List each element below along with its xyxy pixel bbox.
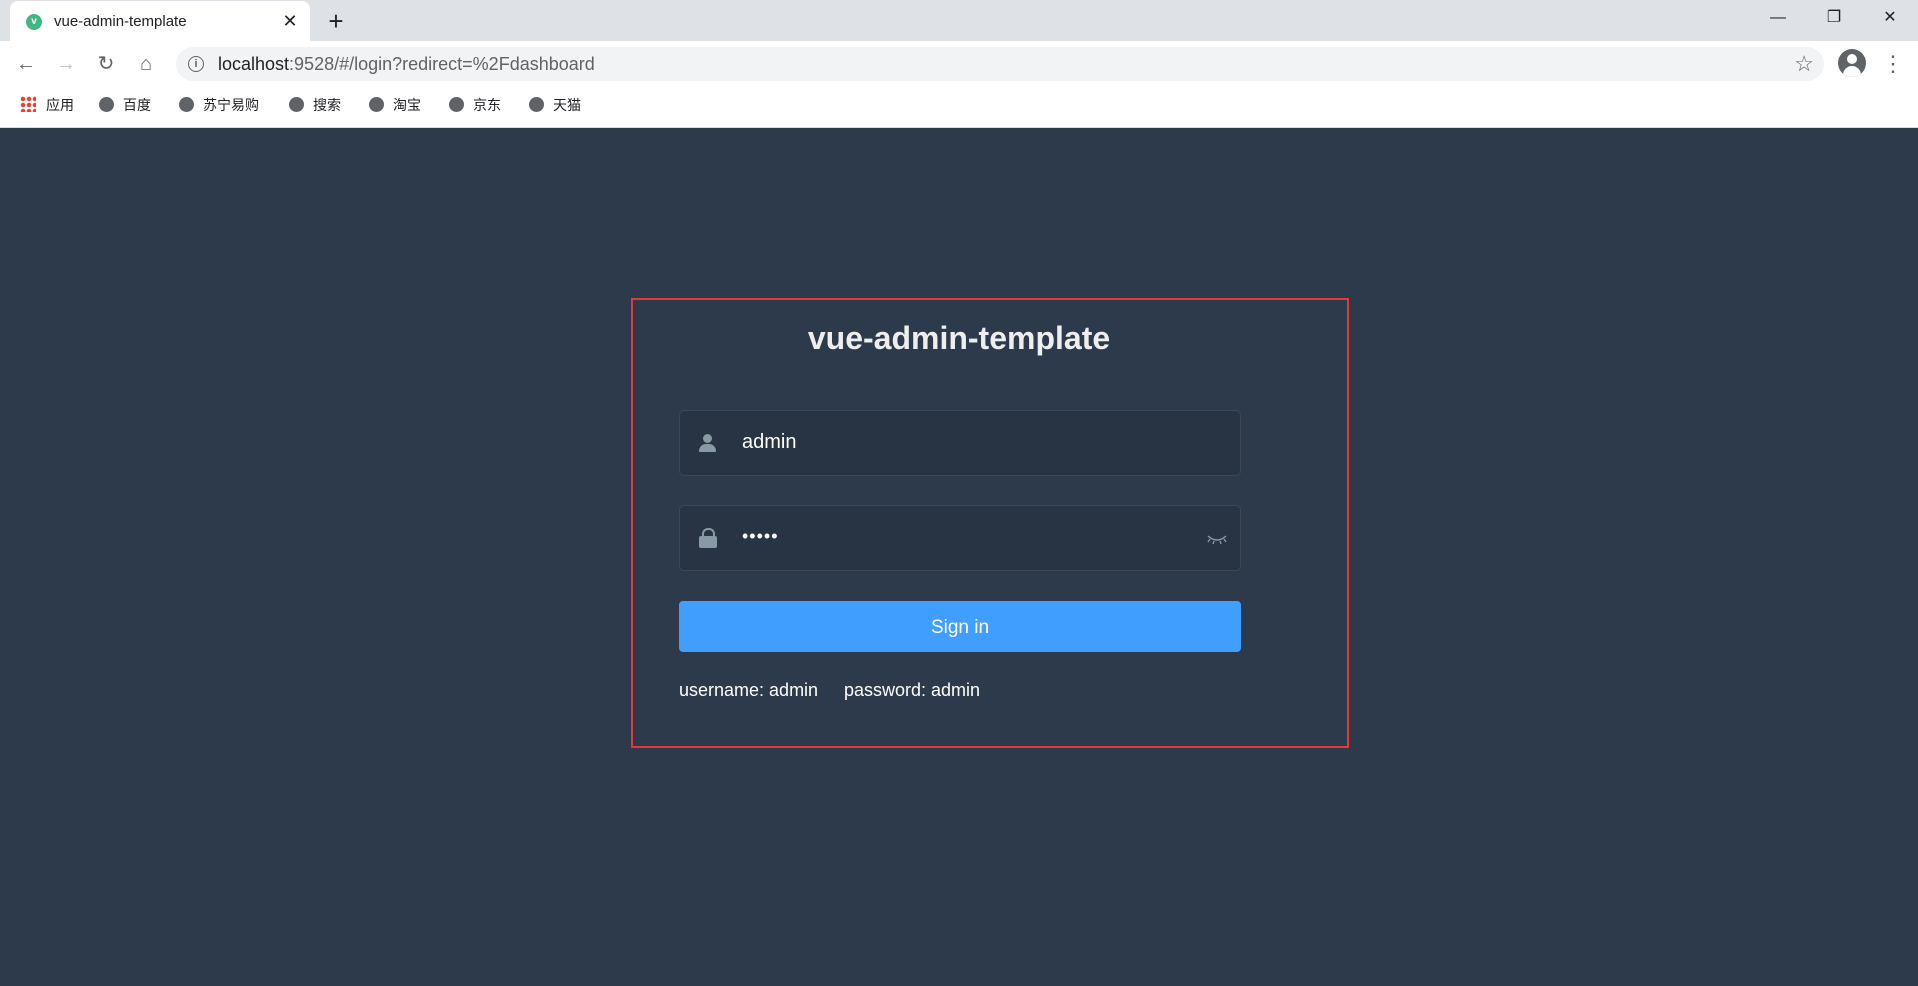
password-field[interactable]: ••••• [679,505,1241,571]
minimize-icon[interactable]: — [1750,0,1806,36]
user-icon [698,433,718,453]
window-close-icon[interactable]: ✕ [1862,0,1918,36]
bookmark-label: 天猫 [553,97,581,113]
profile-avatar-icon[interactable] [1838,49,1866,77]
globe-icon [449,96,464,112]
bookmark-star-icon[interactable]: ☆ [1794,51,1814,77]
user-icon-head [703,434,712,443]
back-arrow-icon[interactable]: ← [12,50,40,78]
bookmark-label: 淘宝 [393,97,421,113]
home-icon[interactable]: ⌂ [132,50,160,78]
restore-icon[interactable]: ❐ [1806,0,1862,36]
url-host: localhost [218,54,290,74]
browser-tab-bar: v vue-admin-template ✕ + — ❐ ✕ [0,0,1918,41]
url-text[interactable]: localhost:9528/#/login?redirect=%2Fdashb… [218,54,595,75]
bookmarks-bar: 应用 百度 苏宁易购 搜索 淘宝 京东 天猫 [0,87,1918,128]
info-icon[interactable]: i [188,56,204,72]
bookmark-label: 苏宁易购 [203,97,259,113]
page-title: vue-admin-template [807,320,1111,356]
browser-toolbar: ← → ↻ ⌂ i localhost:9528/#/login?redirec… [0,41,1918,87]
apps-grid-icon [20,96,36,113]
url-path: :9528/#/login?redirect=%2Fdashboard [289,54,595,74]
globe-icon [179,96,194,112]
reload-icon[interactable]: ↻ [92,50,120,78]
eye-closed-icon[interactable] [1206,528,1228,548]
bookmark-baidu[interactable]: 百度 [99,87,151,123]
bookmark-search[interactable]: 搜索 [289,87,341,123]
bookmark-label: 应用 [46,97,74,113]
bookmark-label: 搜索 [313,97,341,113]
avatar-body [1843,66,1861,77]
bookmark-tmall[interactable]: 天猫 [529,87,581,123]
bookmark-label: 京东 [473,97,501,113]
new-tab-plus-icon[interactable]: + [322,8,350,36]
password-hint: password: admin [844,680,981,700]
username-hint: username: admin [679,680,819,700]
username-field[interactable]: admin [679,410,1241,476]
lock-body [699,536,717,548]
username-value[interactable]: admin [742,431,796,454]
tab-title: vue-admin-template [54,13,187,30]
bookmark-label: 百度 [123,97,151,113]
close-icon[interactable]: ✕ [280,11,300,31]
globe-icon [99,96,114,112]
bookmark-apps[interactable]: 应用 [20,87,74,123]
browser-tab[interactable]: v vue-admin-template ✕ [10,1,310,41]
user-icon-body [699,444,716,452]
kebab-menu-icon[interactable]: ⋮ [1882,50,1904,78]
globe-icon [289,96,304,112]
lock-icon [698,528,718,548]
sign-in-button[interactable]: Sign in [679,601,1241,652]
password-value[interactable]: ••••• [742,526,779,547]
bookmark-suning[interactable]: 苏宁易购 [179,87,259,123]
bookmark-jd[interactable]: 京东 [449,87,501,123]
globe-icon [529,96,544,112]
address-bar[interactable]: i localhost:9528/#/login?redirect=%2Fdas… [176,47,1824,81]
vue-favicon-icon: v [26,14,42,30]
forward-arrow-icon[interactable]: → [52,50,80,78]
globe-icon [369,96,384,112]
bookmark-taobao[interactable]: 淘宝 [369,87,421,123]
avatar-head [1847,54,1857,64]
